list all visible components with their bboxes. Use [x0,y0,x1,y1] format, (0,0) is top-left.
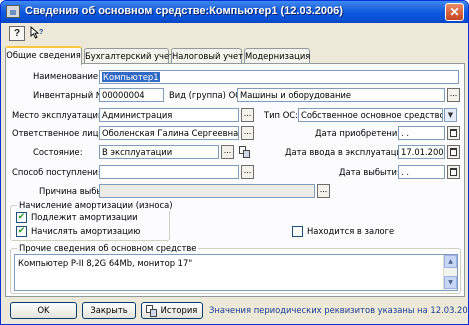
calendar-icon[interactable] [447,145,460,159]
subject-to-depreciation-label: Подлежит амортизации [31,212,138,222]
location-field[interactable]: Администрация [99,108,239,122]
other-info-text: Компьютер P-II 8,2G 64Mb, монитор 17" [18,258,193,268]
inventory-number-label: Инвентарный №: [33,90,108,100]
help-button[interactable]: ? [9,26,25,41]
state-label: Состояние: [33,147,83,157]
other-info-scrollbar[interactable]: ▲ ▼ [443,255,457,290]
name-field[interactable]: Компьютер1 [99,70,459,84]
receipt-method-select-button[interactable]: ... [241,165,254,179]
pledged-label: Находится в залоге [307,226,395,236]
history-button-label: История [160,305,198,315]
disposal-date-label: Дата выбытия: [339,167,405,177]
accrue-depreciation-label: Начислять амортизацию [31,226,141,236]
calendar-icon[interactable] [447,126,460,140]
tab-modernization[interactable]: Модернизация [244,48,310,64]
disposal-reason-field[interactable] [99,184,315,198]
disposal-reason-select-button[interactable]: ... [317,184,330,198]
receipt-method-label: Способ поступления: [12,167,106,177]
asset-details-window: Сведения об основном средстве:Компьютер1… [0,0,469,325]
calendar-icon[interactable] [447,165,460,179]
commission-date-field[interactable]: 17.01.2003 [398,145,445,159]
window-title: Сведения об основном средстве:Компьютер1… [25,5,343,17]
svg-text:?: ? [39,29,43,36]
scroll-up-arrow-icon[interactable]: ▲ [444,255,457,268]
inventory-number-field[interactable]: 00000004 [99,88,164,102]
pointer-question-icon[interactable]: ? [29,26,45,41]
accrue-depreciation-checkbox[interactable]: ✔ [16,226,27,237]
scroll-down-arrow-icon[interactable]: ▼ [444,276,457,289]
os-type-label: Тип ОС: [264,110,298,120]
commission-date-label: Дата ввода в эксплуатацию: [285,147,412,157]
acquisition-date-label: Дата приобретения: [315,128,406,138]
title-bar[interactable]: Сведения об основном средстве:Компьютер1… [1,1,468,23]
tab-tax[interactable]: Налоговый учет [171,48,243,64]
responsible-person-field[interactable]: Оболенская Галина Сергеевна [99,126,239,140]
ok-button[interactable]: OK [10,302,77,319]
acquisition-date-field[interactable]: . . [398,126,445,140]
responsible-person-label: Ответственное лицо: [12,128,107,138]
asset-group-label: Вид (группа) ОС: [169,90,244,100]
os-type-dropdown-arrow[interactable]: ▼ [444,108,457,122]
close-button[interactable]: Закрыть [82,302,136,319]
periodic-values-status: Значения периодических реквизитов указан… [209,305,469,315]
toolbar: ? ? [3,25,466,43]
pledged-checkbox[interactable] [292,226,303,237]
window-icon [6,5,20,18]
copy-icon[interactable] [238,145,251,159]
depreciation-group-title: Начисление амортизации (износа) [17,200,175,211]
location-label: Место эксплуатации: [12,110,107,120]
responsible-person-select-button[interactable]: ... [241,126,254,140]
asset-group-select-button[interactable]: ... [447,88,460,102]
receipt-method-field[interactable] [99,165,239,179]
name-label: Наименование: [33,71,101,81]
state-select-button[interactable]: ... [221,145,234,159]
close-window-button[interactable]: ✕ [445,3,464,21]
location-select-button[interactable]: ... [241,108,254,122]
tab-accounting[interactable]: Бухгалтерский учет [84,48,174,64]
subject-to-depreciation-checkbox[interactable]: ✔ [16,212,27,223]
tab-general[interactable]: Общие сведения [5,46,82,65]
other-info-title: Прочие сведения об основном средстве [17,243,199,254]
state-field[interactable]: В эксплуатации [99,145,219,159]
name-value: Компьютер1 [102,72,160,82]
history-icon [145,304,158,318]
general-tab-panel: Наименование: Компьютер1 Инвентарный №: … [5,63,465,297]
asset-group-field[interactable]: Машины и оборудование [237,88,445,102]
os-type-combo[interactable]: Собственное основное средство [298,108,443,122]
other-info-textarea[interactable]: Компьютер P-II 8,2G 64Mb, монитор 17" [14,254,458,291]
history-button[interactable]: История [141,302,203,319]
disposal-date-field[interactable]: . . [398,165,445,179]
